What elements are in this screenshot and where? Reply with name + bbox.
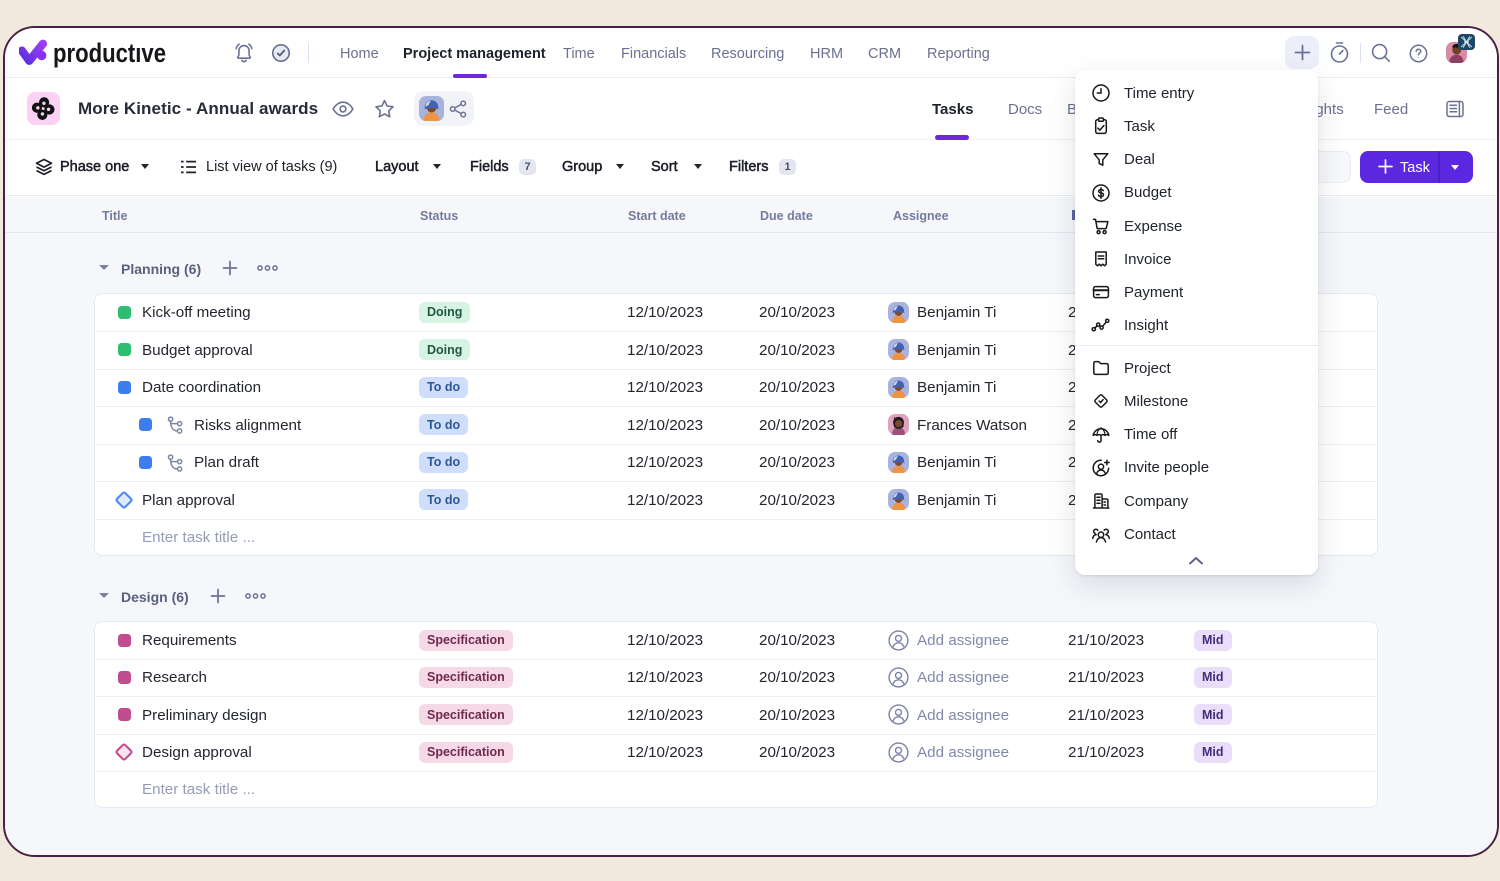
svg-text:productıve: productıve — [53, 38, 166, 68]
